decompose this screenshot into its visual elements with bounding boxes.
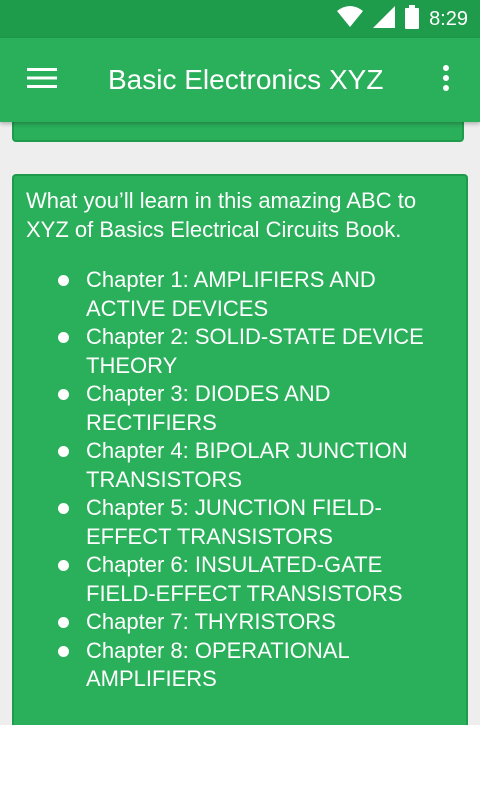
battery-icon bbox=[405, 4, 420, 34]
chapter-label: Chapter 8: OPERATIONAL AMPLIFIERS bbox=[86, 637, 349, 692]
chapter-item: Chapter 8: OPERATIONAL AMPLIFIERS bbox=[14, 637, 470, 694]
overflow-menu-button[interactable] bbox=[426, 60, 466, 100]
wifi-icon bbox=[337, 5, 364, 33]
chapter-label: Chapter 4: BIPOLAR JUNCTION TRANSISTORS bbox=[86, 438, 408, 492]
menu-button[interactable] bbox=[18, 60, 66, 100]
cell-signal-icon bbox=[373, 5, 396, 33]
chapter-list: Chapter 1: AMPLIFIERS AND ACTIVE DEVICES… bbox=[14, 266, 470, 694]
chapters-card: What you’ll learn in this amazing ABC to… bbox=[12, 174, 468, 725]
bullet-icon bbox=[58, 332, 69, 343]
card-intro-text: What you’ll learn in this amazing ABC to… bbox=[26, 188, 417, 242]
bullet-icon bbox=[58, 389, 69, 400]
chapter-item: Chapter 6: INSULATED-GATE FIELD-EFFECT T… bbox=[14, 551, 470, 608]
chapter-item: Chapter 1: AMPLIFIERS AND ACTIVE DEVICES bbox=[14, 266, 470, 323]
status-bar: 8:29 bbox=[0, 0, 480, 38]
app-title: Basic Electronics XYZ bbox=[108, 64, 384, 95]
bullet-icon bbox=[58, 275, 69, 286]
chapter-label: Chapter 3: DIODES AND RECTIFIERS bbox=[86, 381, 331, 435]
hamburger-menu-icon bbox=[27, 67, 57, 94]
chapter-label: Chapter 6: INSULATED-GATE FIELD-EFFECT T… bbox=[86, 552, 403, 606]
chapter-label: Chapter 5: JUNCTION FIELD-EFFECT TRANSIS… bbox=[86, 495, 382, 549]
content-scroll-area[interactable]: What you’ll learn in this amazing ABC to… bbox=[0, 122, 480, 725]
bullet-icon bbox=[58, 617, 69, 628]
bullet-icon bbox=[58, 446, 69, 457]
bottom-blank-area bbox=[0, 725, 480, 800]
status-time: 8:29 bbox=[429, 7, 468, 30]
bullet-icon bbox=[58, 560, 69, 571]
bullet-icon bbox=[58, 503, 69, 514]
chapter-label: Chapter 2: SOLID-STATE DEVICE THEORY bbox=[86, 324, 424, 378]
app-bar: Basic Electronics XYZ bbox=[0, 38, 480, 122]
chapter-item: Chapter 4: BIPOLAR JUNCTION TRANSISTORS bbox=[14, 437, 470, 494]
chapter-item: Chapter 2: SOLID-STATE DEVICE THEORY bbox=[14, 323, 470, 380]
chapter-label: Chapter 1: AMPLIFIERS AND ACTIVE DEVICES bbox=[86, 267, 376, 321]
chapter-item: Chapter 5: JUNCTION FIELD-EFFECT TRANSIS… bbox=[14, 494, 470, 551]
bullet-icon bbox=[58, 645, 69, 657]
more-vert-icon bbox=[442, 64, 450, 97]
chapter-item: Chapter 7: THYRISTORS bbox=[14, 608, 470, 637]
chapter-label: Chapter 7: THYRISTORS bbox=[86, 609, 336, 634]
chapter-item: Chapter 3: DIODES AND RECTIFIERS bbox=[14, 380, 470, 437]
previous-card bbox=[12, 122, 464, 142]
status-icons: 8:29 bbox=[337, 0, 468, 38]
